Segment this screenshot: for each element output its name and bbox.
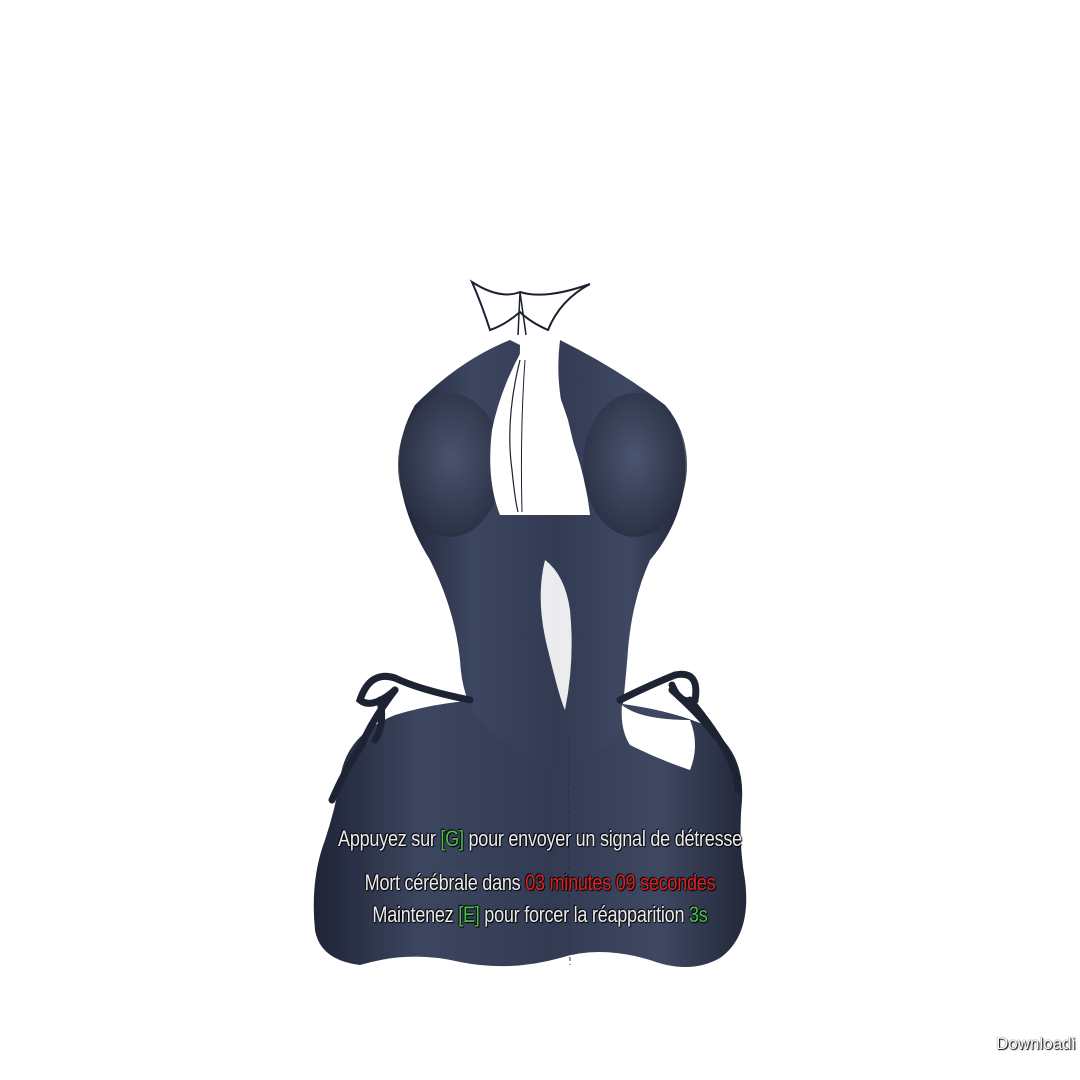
distress-prefix: Appuyez sur (338, 826, 436, 851)
distress-signal-prompt: Appuyez sur [G] pour envoyer un signal d… (97, 826, 983, 852)
download-watermark: Downloadi (996, 1034, 1076, 1053)
distress-key-hint: [G] (440, 826, 464, 851)
brain-death-prefix: Mort cérébrale dans (364, 870, 521, 895)
respawn-prefix: Maintenez (372, 902, 454, 927)
distress-suffix: pour envoyer un signal de détresse (468, 826, 742, 851)
respawn-prompt: Maintenez [E] pour forcer la réapparitio… (97, 902, 983, 928)
respawn-middle: pour forcer la réapparition (484, 902, 685, 927)
garment-model (313, 279, 747, 968)
respawn-key-hint: [E] (458, 902, 480, 927)
brain-death-countdown: 03 minutes 09 secondes (525, 870, 716, 895)
brain-death-timer: Mort cérébrale dans 03 minutes 09 second… (97, 870, 983, 896)
respawn-hold-seconds: 3s (689, 902, 708, 927)
